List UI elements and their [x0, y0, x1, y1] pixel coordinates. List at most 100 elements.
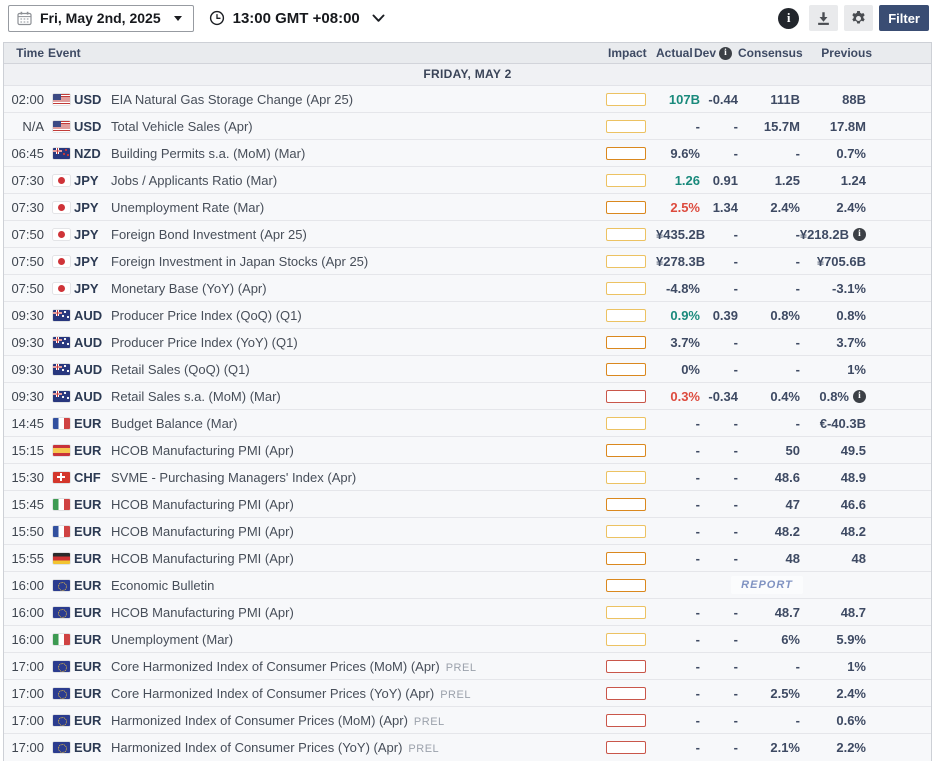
calendar-row[interactable]: 15:50 EUR HCOB Manufacturing PMI (Apr) -… [4, 518, 931, 545]
event-cell[interactable]: Monetary Base (YoY) (Apr) [110, 281, 600, 296]
event-cell[interactable]: Producer Price Index (YoY) (Q1) [110, 335, 600, 350]
previous-cell: 1% [800, 659, 878, 674]
download-button[interactable] [809, 5, 839, 31]
event-cell[interactable]: Core Harmonized Index of Consumer Prices… [110, 686, 600, 701]
calendar-row[interactable]: 06:45 NZD Building Permits s.a. (MoM) (M… [4, 140, 931, 167]
event-cell[interactable]: Unemployment Rate (Mar) [110, 200, 600, 215]
calendar-row[interactable]: 07:30 JPY Jobs / Applicants Ratio (Mar) … [4, 167, 931, 194]
event-cell[interactable]: Foreign Investment in Japan Stocks (Apr … [110, 254, 600, 269]
calendar-row[interactable]: N/A USD Total Vehicle Sales (Apr) - - 15… [4, 113, 931, 140]
flag-cell [48, 120, 74, 132]
calendar-row[interactable]: 17:00 EUR Core Harmonized Index of Consu… [4, 680, 931, 707]
info-icon[interactable]: i [778, 7, 800, 29]
event-cell[interactable]: Retail Sales (QoQ) (Q1) [110, 362, 600, 377]
settings-button[interactable] [844, 5, 874, 31]
event-cell[interactable]: Core Harmonized Index of Consumer Prices… [110, 659, 600, 674]
event-cell[interactable]: EIA Natural Gas Storage Change (Apr 25) [110, 92, 600, 107]
calendar-row[interactable]: 07:30 JPY Unemployment Rate (Mar) 2.5% 1… [4, 194, 931, 221]
previous-cell: 88B [800, 92, 878, 107]
impact-bar [606, 524, 646, 538]
event-cell[interactable]: Building Permits s.a. (MoM) (Mar) [110, 146, 600, 161]
actual-cell: 0% [681, 361, 700, 377]
calendar-row[interactable]: 15:45 EUR HCOB Manufacturing PMI (Apr) -… [4, 491, 931, 518]
country-flag-icon [52, 687, 70, 699]
calendar-row[interactable]: 16:00 EUR Economic Bulletin REPORT [4, 572, 931, 599]
date-band: FRIDAY, MAY 2 [4, 64, 931, 86]
currency-label: EUR [74, 712, 102, 728]
chevron-down-icon [372, 14, 385, 23]
report-badge[interactable]: REPORT [731, 576, 803, 594]
impact-bar [606, 470, 646, 484]
country-flag-icon [52, 336, 70, 348]
event-cell[interactable]: Producer Price Index (QoQ) (Q1) [110, 308, 600, 323]
previous-value: 0.8% [819, 388, 849, 404]
consensus-cell: 6% [781, 631, 800, 647]
calendar-row[interactable]: 14:45 EUR Budget Balance (Mar) - - - €-4… [4, 410, 931, 437]
event-cell[interactable]: HCOB Manufacturing PMI (Apr) [110, 605, 600, 620]
country-flag-icon [52, 363, 70, 375]
actual-cell: 107B [668, 91, 700, 107]
dev-cell: - [733, 740, 738, 755]
event-cell[interactable]: Retail Sales s.a. (MoM) (Mar) [110, 389, 600, 404]
event-cell[interactable]: HCOB Manufacturing PMI (Apr) [110, 443, 600, 458]
event-cell[interactable]: HCOB Manufacturing PMI (Apr) [110, 551, 600, 566]
actual-cell: - [695, 685, 700, 701]
event-cell[interactable]: Economic Bulletin [110, 578, 600, 593]
event-cell[interactable]: Unemployment (Mar) [110, 632, 600, 647]
calendar-row[interactable]: 07:50 JPY Foreign Bond Investment (Apr 2… [4, 221, 931, 248]
actual-cell: ¥435.2B [656, 226, 706, 242]
country-flag-icon [52, 525, 70, 537]
previous-value: 0.8% [836, 307, 866, 323]
calendar-row[interactable]: 16:00 EUR HCOB Manufacturing PMI (Apr) -… [4, 599, 931, 626]
impact-bar [606, 605, 646, 619]
calendar-row[interactable]: 15:55 EUR HCOB Manufacturing PMI (Apr) -… [4, 545, 931, 572]
filter-button[interactable]: Filter [879, 5, 929, 31]
calendar-row[interactable]: 09:30 AUD Producer Price Index (YoY) (Q1… [4, 329, 931, 356]
calendar-row[interactable]: 07:50 JPY Monetary Base (YoY) (Apr) -4.8… [4, 275, 931, 302]
event-label: Retail Sales (QoQ) (Q1) [111, 361, 250, 377]
event-cell[interactable]: Total Vehicle Sales (Apr) [110, 119, 600, 134]
report-link[interactable]: REPORT [656, 576, 878, 594]
flag-cell [48, 552, 74, 564]
consensus-cell: 15.7M [763, 118, 800, 134]
previous-cell: 1.24 [800, 173, 878, 188]
dev-info-icon[interactable]: i [719, 46, 732, 60]
event-cell[interactable]: SVME - Purchasing Managers' Index (Apr) [110, 470, 600, 485]
date-picker[interactable]: Fri, May 2nd, 2025 [8, 4, 194, 32]
calendar-row[interactable]: 09:30 AUD Retail Sales s.a. (MoM) (Mar) … [4, 383, 931, 410]
calendar-row[interactable]: 15:15 EUR HCOB Manufacturing PMI (Apr) -… [4, 437, 931, 464]
dev-cell: - [733, 442, 738, 458]
flag-cell [48, 174, 74, 186]
calendar-row[interactable]: 17:00 EUR Harmonized Index of Consumer P… [4, 707, 931, 734]
calendar-row[interactable]: 16:00 EUR Unemployment (Mar) - - 6% 5.9% [4, 626, 931, 653]
calendar-row[interactable]: 17:00 EUR Harmonized Index of Consumer P… [4, 734, 931, 761]
country-flag-icon [52, 309, 70, 321]
previous-cell: 46.6 [800, 497, 878, 512]
event-cell[interactable]: Harmonized Index of Consumer Prices (MoM… [110, 713, 600, 728]
previous-cell: 0.6% [800, 713, 878, 728]
event-cell[interactable]: Jobs / Applicants Ratio (Mar) [110, 173, 600, 188]
impact-cell [600, 659, 656, 673]
revised-info-icon[interactable]: i [853, 389, 866, 403]
currency-label: JPY [74, 253, 99, 269]
event-cell[interactable]: HCOB Manufacturing PMI (Apr) [110, 497, 600, 512]
event-label: Total Vehicle Sales (Apr) [111, 118, 253, 134]
event-cell[interactable]: Budget Balance (Mar) [110, 416, 600, 431]
actual-cell: - [695, 523, 700, 539]
event-cell[interactable]: Harmonized Index of Consumer Prices (YoY… [110, 740, 600, 755]
impact-cell [600, 200, 656, 214]
calendar-row[interactable]: 07:50 JPY Foreign Investment in Japan St… [4, 248, 931, 275]
calendar-row[interactable]: 15:30 CHF SVME - Purchasing Managers' In… [4, 464, 931, 491]
calendar-row[interactable]: 17:00 EUR Core Harmonized Index of Consu… [4, 653, 931, 680]
time-cell: 17:00 [11, 740, 44, 755]
event-cell[interactable]: Foreign Bond Investment (Apr 25) [110, 227, 600, 242]
dev-cell: - [733, 334, 738, 350]
timezone-selector[interactable]: 13:00 GMT +08:00 [209, 10, 385, 27]
event-cell[interactable]: HCOB Manufacturing PMI (Apr) [110, 524, 600, 539]
calendar-row[interactable]: 09:30 AUD Producer Price Index (QoQ) (Q1… [4, 302, 931, 329]
revised-info-icon[interactable]: i [853, 227, 866, 241]
calendar-row[interactable]: 02:00 USD EIA Natural Gas Storage Change… [4, 86, 931, 113]
timezone-label: 13:00 GMT +08:00 [232, 9, 360, 27]
consensus-cell: 0.4% [770, 388, 800, 404]
calendar-row[interactable]: 09:30 AUD Retail Sales (QoQ) (Q1) 0% - -… [4, 356, 931, 383]
